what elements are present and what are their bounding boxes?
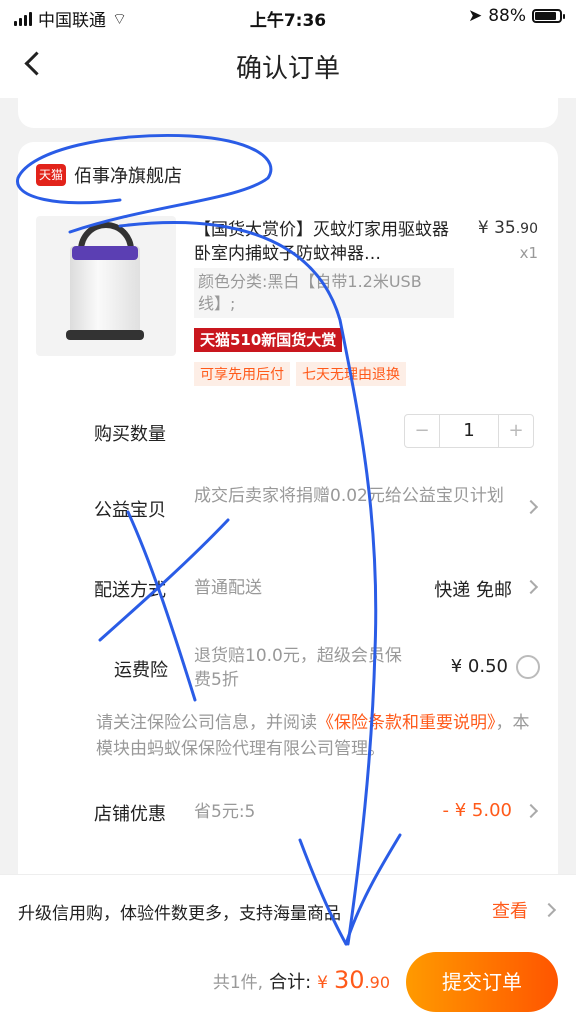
credit-tip-text: 升级信用购，体验件数更多，支持海量商品 <box>18 904 341 924</box>
insurance-notice: 请关注保险公司信息，并阅读《保险条款和重要说明》，本模块由蚂蚁保保险代理有限公司… <box>96 710 536 762</box>
product-spec: 颜色分类:黑白【自带1.2米USB线】; <box>194 268 454 318</box>
total-label: 合计: <box>269 972 312 993</box>
discount-value[interactable]: - ¥ 5.00 <box>443 800 512 821</box>
shipping-text[interactable]: 普通配送 <box>194 576 262 600</box>
insurance-price: ¥ 0.50 <box>450 656 508 677</box>
battery-icon <box>532 9 565 23</box>
discount-label: 店铺优惠 <box>94 804 166 825</box>
total-amount-main: 30 <box>334 966 365 994</box>
promo-badge: 天猫510新国货大赏 <box>194 328 343 352</box>
tmall-icon: 天猫 <box>36 164 66 186</box>
order-card: 天猫 佰事净旗舰店 【国货大赏价】灭蚊灯家用驱蚊器卧室内捕蚊子防蚊神器… ¥ 3… <box>18 142 558 902</box>
discount-text[interactable]: 省5元:5 <box>194 800 255 824</box>
insurance-terms-link[interactable]: 《保险条款和重要说明》 <box>317 713 496 733</box>
notice-text: 请关注保险公司信息，并阅读 <box>96 713 317 733</box>
store-name: 佰事净旗舰店 <box>74 166 182 187</box>
status-bar: 中国联通 ⌔ 上午7:36 ➤ 88% <box>0 0 576 32</box>
product-price: ¥ 35.90 <box>478 218 538 238</box>
insurance-label: 运费险 <box>114 660 168 681</box>
charity-text[interactable]: 成交后卖家将捐赠0.02元给公益宝贝计划 <box>194 484 510 508</box>
submit-bar: 共1件, 合计: ¥ 30.90 提交订单 <box>0 944 576 1024</box>
charity-chevron-icon[interactable] <box>523 499 539 515</box>
quantity-value[interactable]: 1 <box>439 415 499 447</box>
charity-label: 公益宝贝 <box>94 500 166 521</box>
plus-button[interactable]: + <box>499 415 533 447</box>
item-count: 共1件, <box>212 973 264 993</box>
product-quantity: x1 <box>519 244 538 262</box>
total-amount: 30.90 <box>334 966 390 994</box>
battery-percent: 88% <box>488 6 526 26</box>
price-main: ¥ 35 <box>477 218 516 238</box>
total-amount-decimal: .90 <box>364 973 390 992</box>
shipping-chevron-icon[interactable] <box>523 579 539 595</box>
shipping-value[interactable]: 快递 免邮 <box>434 576 512 602</box>
currency-symbol: ¥ <box>317 973 328 993</box>
tag-pay-later: 可享先用后付 <box>194 362 290 386</box>
tag-return: 七天无理由退换 <box>296 362 406 386</box>
shipping-label: 配送方式 <box>94 580 166 601</box>
quantity-label: 购买数量 <box>94 424 166 445</box>
credit-tip-bar: 升级信用购，体验件数更多，支持海量商品 查看 <box>0 874 576 944</box>
view-link[interactable]: 查看 <box>492 897 528 923</box>
location-icon: ➤ <box>467 6 483 26</box>
price-decimal: .90 <box>515 221 538 237</box>
previous-card <box>18 98 558 128</box>
submit-order-button[interactable]: 提交订单 <box>406 952 558 1012</box>
nav-bar: 确认订单 <box>0 32 576 98</box>
order-total: 共1件, 合计: ¥ 30.90 <box>213 966 390 994</box>
page-title: 确认订单 <box>235 54 340 84</box>
insurance-text: 退货赔10.0元，超级会员保费5折 <box>194 646 402 690</box>
store-header[interactable]: 天猫 佰事净旗舰店 <box>36 162 182 188</box>
quantity-stepper[interactable]: − 1 + <box>404 414 534 448</box>
insurance-radio[interactable] <box>516 655 540 679</box>
view-chevron-icon[interactable] <box>541 902 557 918</box>
discount-chevron-icon[interactable] <box>523 803 539 819</box>
minus-button[interactable]: − <box>405 415 439 447</box>
product-image[interactable] <box>36 216 176 356</box>
product-title[interactable]: 【国货大赏价】灭蚊灯家用驱蚊器卧室内捕蚊子防蚊神器… <box>194 218 449 266</box>
